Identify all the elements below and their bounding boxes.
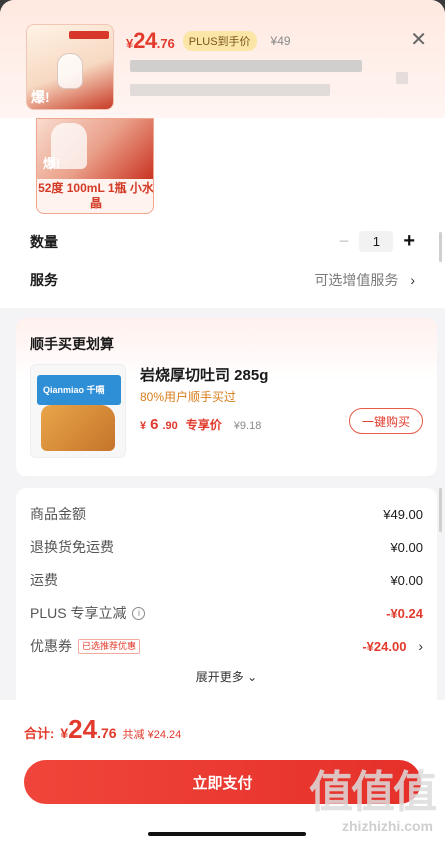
total-decimal: .76 [97, 725, 117, 741]
order-sheet: 爆! ¥ 24 .76 PLUS到手价 ¥49 ✕ 爆! 52度 100mL 1… [0, 0, 445, 843]
minus-icon[interactable]: − [339, 231, 350, 252]
plus-icon[interactable]: + [403, 230, 415, 253]
bread-package-image: Qianmiao 千嗝 [37, 375, 121, 405]
bread-image [41, 405, 115, 451]
quantity-value[interactable]: 1 [359, 231, 394, 252]
info-icon[interactable]: i [132, 606, 146, 620]
close-icon[interactable]: ✕ [410, 30, 427, 50]
service-value: 可选增值服务 [314, 272, 399, 288]
variant-label: 52度 100mL 1瓶 小水晶 [38, 181, 154, 210]
service-row[interactable]: 服务 可选增值服务 › [30, 270, 415, 290]
addon-price-integer: 6 [150, 416, 159, 433]
detail-label: PLUS 专享立减 [30, 605, 127, 621]
addon-product-name[interactable]: 岩烧厚切吐司 285g [140, 364, 268, 385]
price-details: 商品金额 ¥49.00 退换货免运费 ¥0.00 运费 ¥0.00 PLUS 专… [16, 488, 437, 700]
price-currency: ¥ [126, 36, 134, 51]
detail-value: ¥49.00 [383, 506, 423, 522]
original-price: ¥49 [270, 34, 291, 48]
header-price: ¥ 24 .76 PLUS到手价 ¥49 [126, 28, 291, 54]
detail-label: 商品金额 [30, 506, 86, 522]
package-brand-text: Qianmiao 千嗝 [43, 385, 105, 395]
total-integer: 24 [68, 714, 98, 744]
quantity-label: 数量 [30, 233, 58, 250]
detail-label: 退换货免运费 [30, 539, 114, 555]
chevron-right-icon: › [410, 272, 415, 288]
blurred-title-line [130, 60, 362, 72]
home-indicator[interactable] [148, 832, 306, 836]
sheet-header: 爆! ¥ 24 .76 PLUS到手价 ¥49 ✕ [0, 0, 445, 118]
watermark-logo: 值值值 [309, 768, 437, 817]
detail-row-coupon[interactable]: 优惠券 已选推荐优惠 -¥24.00 › [30, 636, 423, 656]
service-label: 服务 [30, 272, 58, 288]
addon-price-tag: 专享价 [185, 418, 222, 432]
watermark-url: zhizhizhi.com [342, 818, 433, 834]
addon-product-image[interactable]: Qianmiao 千嗝 [30, 364, 126, 458]
detail-value: -¥0.24 [386, 605, 423, 621]
addon-product-price: ¥ 6 .90 专享价 ¥9.18 [140, 416, 261, 433]
quantity-row: 数量 − 1 + [30, 230, 415, 253]
price-integer: 24 [133, 28, 157, 53]
scrollbar[interactable] [439, 488, 442, 532]
scrollbar[interactable] [439, 232, 442, 262]
detail-row-return-shipping: 退换货免运费 ¥0.00 [30, 537, 423, 557]
quantity-stepper: − 1 + [339, 230, 415, 253]
detail-label-wrap: 优惠券 已选推荐优惠 [30, 636, 141, 656]
thumbnail-tag [69, 31, 109, 39]
detail-row-shipping: 运费 ¥0.00 [30, 570, 423, 590]
expand-more-button[interactable]: 展开更多 ⌄ [16, 668, 437, 685]
price-decimal: .76 [156, 36, 175, 51]
expand-more-label: 展开更多 [195, 670, 244, 684]
detail-value: ¥0.00 [390, 572, 423, 588]
one-click-buy-button[interactable]: 一键购买 [349, 408, 423, 434]
variant-burst-text: 爆! [43, 156, 61, 171]
detail-label: 运费 [30, 572, 58, 588]
total-label: 合计: [24, 726, 55, 741]
detail-value: -¥24.00 [362, 639, 407, 654]
addon-card: 顺手买更划算 Qianmiao 千嗝 岩烧厚切吐司 285g 80%用户顺手买过… [16, 318, 437, 476]
addon-price-decimal: .90 [162, 420, 178, 432]
bottle-image [57, 53, 83, 89]
addon-original-price: ¥9.18 [233, 420, 262, 432]
detail-value: ¥0.00 [390, 539, 423, 555]
detail-row-goods-amount: 商品金额 ¥49.00 [30, 504, 423, 524]
product-thumbnail: 爆! [26, 24, 114, 110]
total-saved: 共减 ¥24.24 [122, 729, 182, 741]
detail-row-plus-discount: PLUS 专享立减 i -¥0.24 [30, 603, 423, 623]
blurred-title-line [396, 72, 408, 84]
detail-label: 优惠券 [30, 638, 72, 654]
variant-option-selected[interactable]: 爆! 52度 100mL 1瓶 小水晶 [36, 118, 154, 214]
total-price: 合计: ¥ 24 .76 共减 ¥24.24 [24, 714, 181, 745]
chevron-down-icon: ⌄ [247, 670, 258, 684]
thumbnail-burst-text: 爆! [31, 89, 50, 105]
variant-image: 爆! [37, 119, 153, 179]
plus-price-badge: PLUS到手价 [182, 31, 257, 51]
blurred-title-line [130, 84, 330, 96]
detail-label-wrap: PLUS 专享立减 i [30, 603, 146, 623]
addon-title: 顺手买更划算 [30, 336, 114, 352]
coupon-badge: 已选推荐优惠 [78, 638, 141, 654]
addon-price-currency: ¥ [140, 420, 147, 432]
addon-product-subtitle: 80%用户顺手买过 [140, 390, 237, 404]
chevron-right-icon: › [418, 638, 423, 654]
total-currency: ¥ [60, 725, 69, 741]
spec-section: 爆! 52度 100mL 1瓶 小水晶 数量 − 1 + 服务 可选增值服务 › [0, 118, 445, 308]
